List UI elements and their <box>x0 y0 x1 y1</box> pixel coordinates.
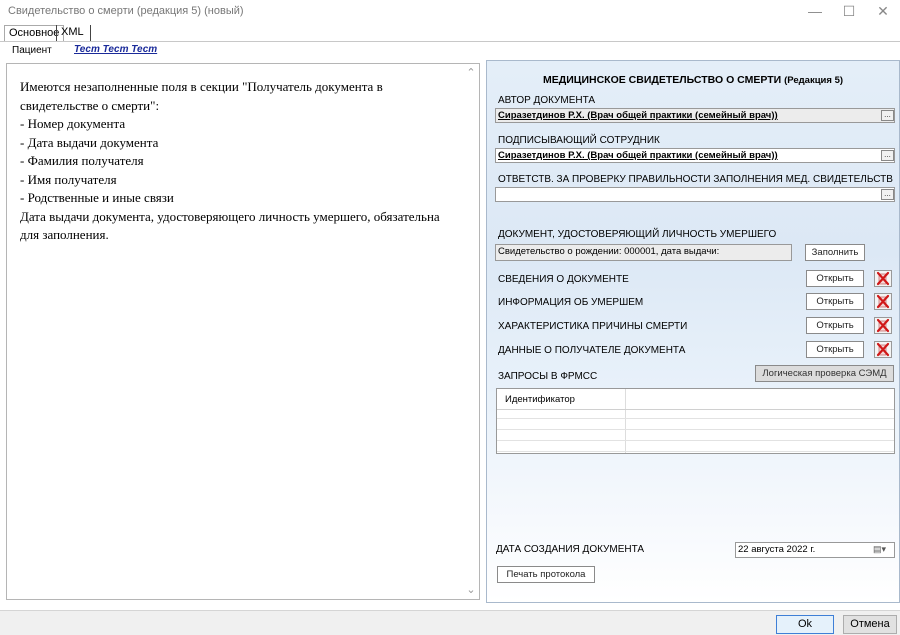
signer-label: ПОДПИСЫВАЮЩИЙ СОТРУДНИК <box>498 135 660 146</box>
footer-bar: Ok Отмена <box>0 610 900 635</box>
certificate-title: МЕДИЦИНСКОЕ СВИДЕТЕЛЬСТВО О СМЕРТИ (Реда… <box>543 74 844 86</box>
created-date-label: ДАТА СОЗДАНИЯ ДОКУМЕНТА <box>496 544 645 555</box>
delete-recipient-button[interactable] <box>874 341 892 358</box>
author-field[interactable]: Сиразетдинов Р.Х. (Врач общей практики (… <box>495 108 895 123</box>
author-picker-button[interactable]: ... <box>881 110 894 121</box>
patient-name-link[interactable]: Тест Тест Тест <box>74 44 157 55</box>
delete-death-cause-button[interactable] <box>874 317 892 334</box>
vertical-scrollbar[interactable]: ⌃ ⌄ <box>463 64 479 599</box>
validation-item: - Фамилия получателя <box>20 153 144 168</box>
requests-label: ЗАПРОСЫ В ФРМСС <box>498 371 598 382</box>
tab-xml[interactable]: XML <box>56 25 91 41</box>
validation-panel: Имеются незаполненные поля в секции "Пол… <box>6 63 480 600</box>
responsible-field[interactable] <box>495 187 895 202</box>
section-label-document-info: СВЕДЕНИЯ О ДОКУМЕНТЕ <box>498 274 629 285</box>
window-title: Свидетельство о смерти (редакция 5) (нов… <box>8 5 244 17</box>
created-date-value: 22 августа 2022 г. <box>738 544 816 555</box>
open-death-cause-button[interactable]: Открыть <box>806 317 864 334</box>
fill-button[interactable]: Заполнить <box>805 244 865 261</box>
open-document-info-button[interactable]: Открыть <box>806 270 864 287</box>
calendar-dropdown-icon[interactable]: ▤▾ <box>873 544 893 556</box>
delete-icon <box>876 294 890 309</box>
created-date-field[interactable]: 22 августа 2022 г. <box>735 542 895 558</box>
delete-document-info-button[interactable] <box>874 270 892 287</box>
delete-icon <box>876 318 890 333</box>
scroll-down-icon[interactable]: ⌄ <box>463 583 479 597</box>
certificate-panel: МЕДИЦИНСКОЕ СВИДЕТЕЛЬСТВО О СМЕРТИ (Реда… <box>486 60 900 603</box>
title-bar: Свидетельство о смерти (редакция 5) (нов… <box>0 0 900 22</box>
responsible-picker-button[interactable]: ... <box>881 189 894 200</box>
identity-field[interactable]: Свидетельство о рождении: 000001, дата в… <box>495 244 792 261</box>
requests-grid: Идентификатор <box>496 388 895 454</box>
maximize-button[interactable]: ☐ <box>832 0 866 22</box>
patient-label: Пациент <box>12 45 52 56</box>
delete-icon <box>876 271 890 286</box>
identity-label: ДОКУМЕНТ, УДОСТОВЕРЯЮЩИЙ ЛИЧНОСТЬ УМЕРШЕ… <box>498 229 777 240</box>
scroll-up-icon[interactable]: ⌃ <box>463 66 479 80</box>
table-row[interactable] <box>497 431 894 441</box>
validation-item: - Дата выдачи документа <box>20 134 159 150</box>
validation-intro: Имеются незаполненные поля в секции "Пол… <box>20 79 383 113</box>
section-label-recipient: ДАННЫЕ О ПОЛУЧАТЕЛЕ ДОКУМЕНТА <box>498 345 686 356</box>
close-button[interactable]: ✕ <box>866 0 900 22</box>
print-protocol-button[interactable]: Печать протокола <box>497 566 595 583</box>
ok-button[interactable]: Ok <box>776 615 834 634</box>
section-label-deceased-info: ИНФОРМАЦИЯ ОБ УМЕРШЕМ <box>498 297 644 308</box>
validation-extra: Дата выдачи документа, удостоверяющего л… <box>20 208 440 243</box>
logic-check-button[interactable]: Логическая проверка СЭМД <box>755 365 894 382</box>
cancel-button[interactable]: Отмена <box>843 615 897 634</box>
grid-header-identifier[interactable]: Идентификатор <box>505 394 575 405</box>
validation-item: - Имя получателя <box>20 171 117 187</box>
patient-row: Пациент Тест Тест Тест <box>0 42 900 59</box>
signer-field[interactable]: Сиразетдинов Р.Х. (Врач общей практики (… <box>495 148 895 163</box>
validation-text: Имеются незаполненные поля в секции "Пол… <box>20 78 460 245</box>
responsible-label: ОТВЕТСТВ. ЗА ПРОВЕРКУ ПРАВИЛЬНОСТИ ЗАПОЛ… <box>498 174 893 185</box>
table-row[interactable] <box>497 420 894 430</box>
delete-icon <box>876 342 890 357</box>
open-deceased-info-button[interactable]: Открыть <box>806 293 864 310</box>
delete-deceased-info-button[interactable] <box>874 293 892 310</box>
validation-item: - Родственные и иные связи <box>20 190 174 205</box>
table-row[interactable] <box>497 442 894 452</box>
minimize-button[interactable]: — <box>798 0 832 22</box>
author-label: АВТОР ДОКУМЕНТА <box>498 95 596 106</box>
section-label-death-cause: ХАРАКТЕРИСТИКА ПРИЧИНЫ СМЕРТИ <box>498 321 688 332</box>
certificate-edition: (Редакция 5) <box>784 75 844 86</box>
validation-item: - Номер документа <box>20 116 126 131</box>
tab-strip: Основное XML <box>0 22 900 42</box>
signer-picker-button[interactable]: ... <box>881 150 894 161</box>
open-recipient-button[interactable]: Открыть <box>806 341 864 358</box>
table-row[interactable] <box>497 409 894 419</box>
